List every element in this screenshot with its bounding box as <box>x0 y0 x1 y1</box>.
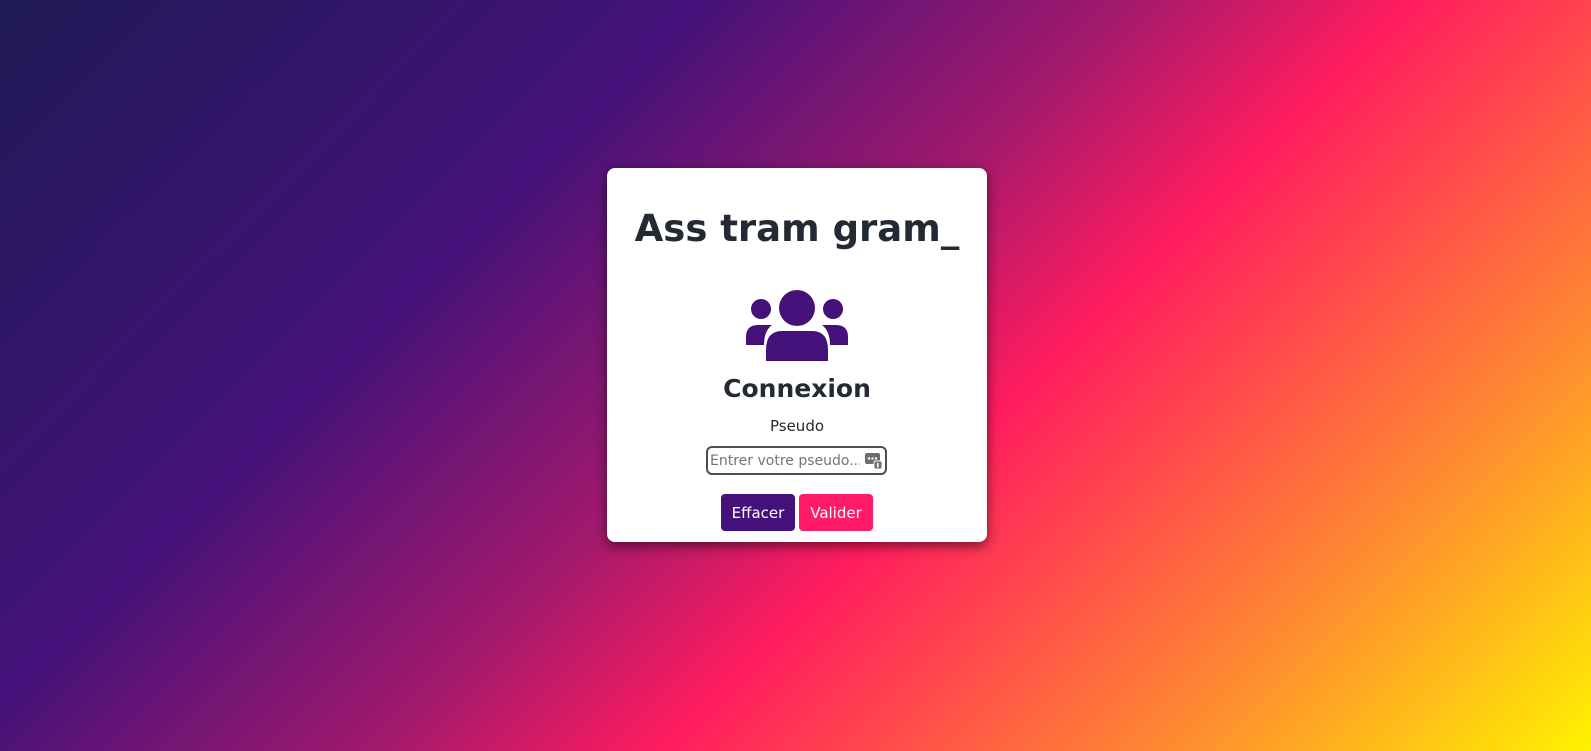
autofill-key-icon[interactable] <box>865 452 882 469</box>
pseudo-input[interactable] <box>710 450 860 471</box>
app-title: Ass tram gram_ <box>634 207 960 250</box>
clear-button[interactable]: Effacer <box>721 494 795 531</box>
submit-button[interactable]: Valider <box>799 494 873 531</box>
pseudo-field[interactable] <box>706 446 887 475</box>
users-group-icon <box>746 290 848 361</box>
pseudo-label: Pseudo <box>769 417 825 435</box>
login-heading: Connexion <box>723 374 871 403</box>
login-card: Ass tram gram_ Connexion Pseudo Effacer … <box>607 168 987 542</box>
